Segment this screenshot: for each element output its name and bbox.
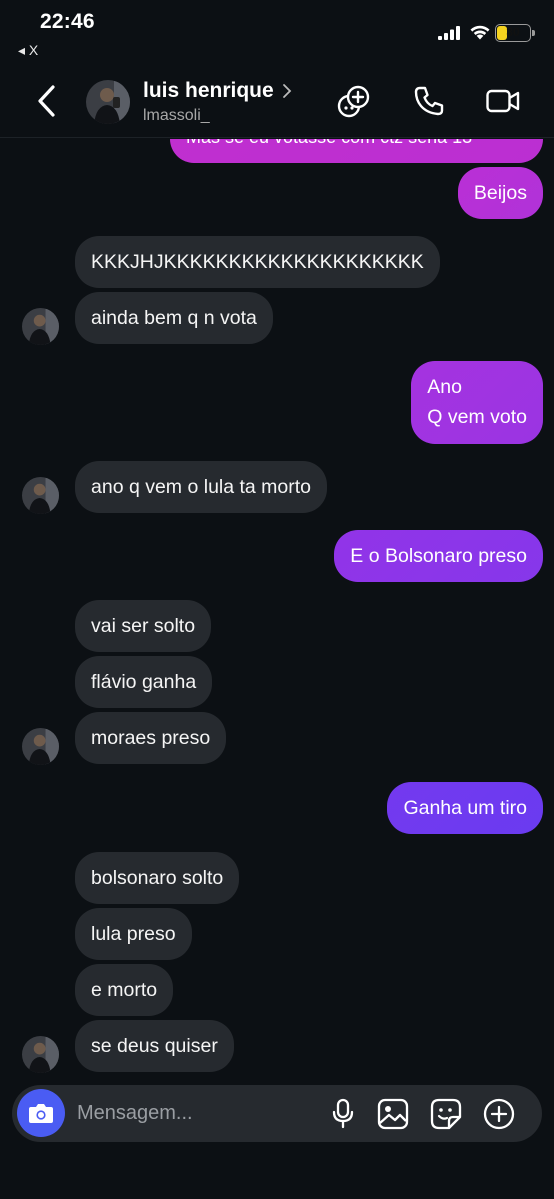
status-time: 22:46 <box>40 10 95 33</box>
message-bubble-incoming[interactable]: ainda bem q n vota <box>75 292 273 344</box>
status-bar: 22:46 ◂ X 30 <box>0 0 554 66</box>
dm-screen: 22:46 ◂ X 30 luis henrique lmassoli_ Bei… <box>0 0 554 1199</box>
mic-icon[interactable] <box>331 1098 355 1130</box>
name-chevron-icon[interactable] <box>282 83 292 99</box>
contact-name[interactable]: luis henrique <box>143 79 274 103</box>
message-bubble-incoming[interactable]: flávio ganha <box>75 656 213 708</box>
message-bubble-incoming[interactable]: se deus quiser <box>75 1020 234 1072</box>
message-bubble-outgoing[interactable]: Ganha um tiro <box>387 782 543 834</box>
camera-icon <box>29 1104 53 1123</box>
contact-avatar-small[interactable] <box>22 1036 59 1073</box>
message-bubble-incoming[interactable]: KKKJHJKKKKKKKKKKKKKKKKKKKK <box>75 236 440 288</box>
message-thread[interactable]: Mas se eu votasse com ctz seria 13 Beijo… <box>0 139 554 1079</box>
message-bubble-outgoing[interactable]: E o Bolsonaro preso <box>334 530 543 582</box>
contact-avatar[interactable] <box>86 80 130 124</box>
camera-button[interactable] <box>17 1089 65 1137</box>
battery-cap <box>532 30 535 36</box>
message-bubble-incoming[interactable]: bolsonaro solto <box>75 852 240 904</box>
plus-icon[interactable] <box>483 1098 515 1130</box>
contact-avatar-small[interactable] <box>22 308 59 345</box>
back-to-app-link[interactable]: ◂ X <box>18 42 38 59</box>
message-composer <box>12 1085 542 1142</box>
video-icon[interactable] <box>485 84 521 118</box>
back-icon[interactable] <box>34 84 60 118</box>
message-bubble-outgoing[interactable]: Mas se eu votasse com ctz seria 13 <box>170 139 543 163</box>
message-bubble-outgoing[interactable]: Ano Q vem voto <box>411 361 543 444</box>
phone-icon[interactable] <box>412 84 446 118</box>
message-bubble-outgoing[interactable]: Beijos <box>457 167 543 219</box>
effects-icon[interactable] <box>336 84 372 120</box>
wifi-icon <box>470 25 490 40</box>
chat-header: luis henrique lmassoli_ <box>0 66 554 138</box>
contact-handle: lmassoli_ <box>143 107 210 124</box>
battery-percent: 30 <box>506 25 520 39</box>
cell-signal-icon <box>438 26 460 40</box>
sticker-icon[interactable] <box>430 1098 462 1130</box>
message-bubble-incoming[interactable]: e morto <box>75 964 174 1016</box>
gallery-icon[interactable] <box>377 1098 409 1130</box>
contact-avatar-small[interactable] <box>22 477 59 514</box>
battery-indicator: 30 <box>495 24 531 42</box>
message-bubble-incoming[interactable]: lula preso <box>75 908 192 960</box>
message-bubble-incoming[interactable]: moraes preso <box>75 712 227 764</box>
message-bubble-incoming[interactable]: vai ser solto <box>75 600 212 652</box>
message-bubble-incoming[interactable]: ano q vem o lula ta morto <box>75 461 328 513</box>
message-input[interactable] <box>75 1095 315 1131</box>
contact-avatar-small[interactable] <box>22 728 59 765</box>
